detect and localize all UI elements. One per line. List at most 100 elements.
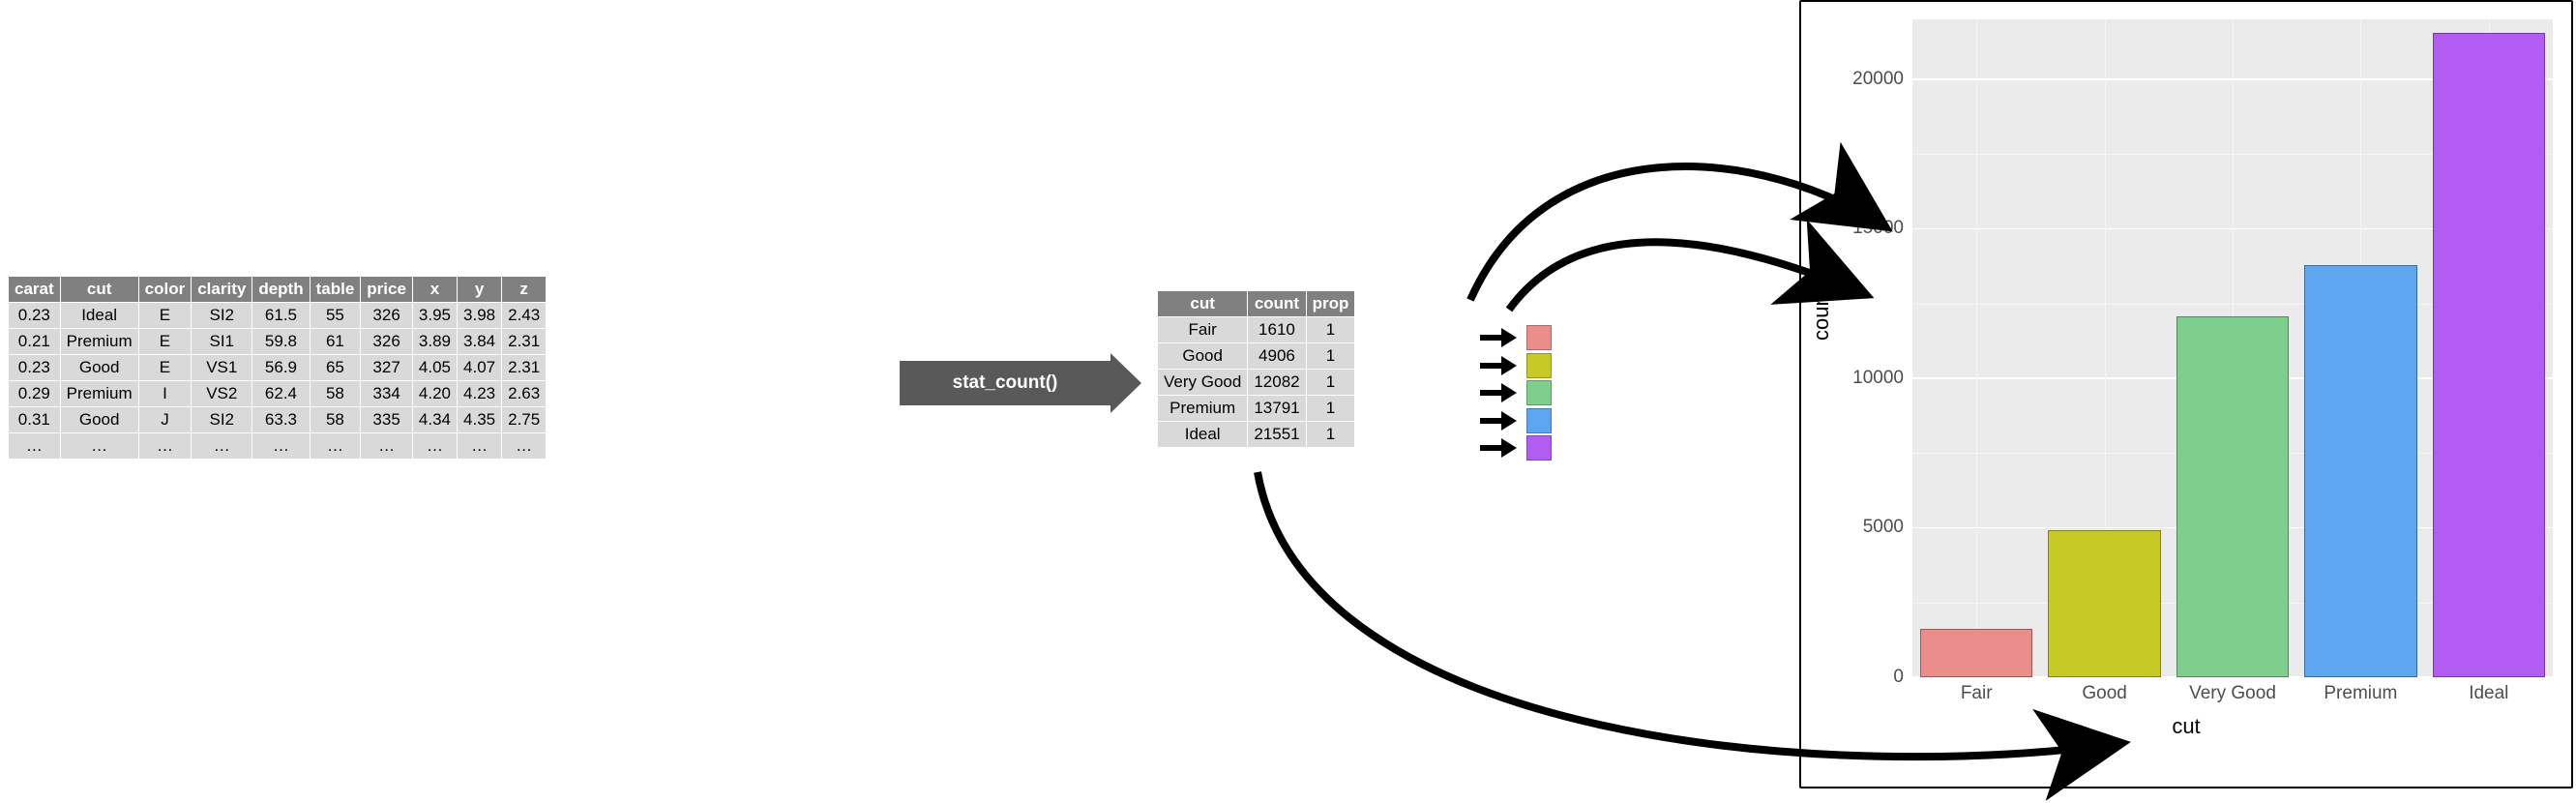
table-row: Very Good120821 <box>1158 370 1355 396</box>
table-cell: … <box>60 433 138 460</box>
x-tick-label: Good <box>2047 683 2163 704</box>
table-cell: 62.4 <box>252 381 310 407</box>
table-cell: … <box>361 433 413 460</box>
column-header: y <box>458 277 502 303</box>
table-cell: 0.23 <box>9 355 61 381</box>
table-cell: SI2 <box>192 303 252 329</box>
table-cell: … <box>412 433 457 460</box>
x-tick-label: Ideal <box>2431 683 2547 704</box>
column-header: z <box>502 277 547 303</box>
table-cell: VS1 <box>192 355 252 381</box>
table-cell: 21551 <box>1248 422 1306 448</box>
color-swatch <box>1526 408 1552 433</box>
table-cell: 3.84 <box>458 329 502 355</box>
bar <box>2433 33 2546 677</box>
table-cell: E <box>138 303 192 329</box>
table-cell: 2.31 <box>502 329 547 355</box>
x-tick-label: Fair <box>1918 683 2034 704</box>
x-tick-label: Premium <box>2302 683 2418 704</box>
arrow-right-icon <box>1480 386 1517 400</box>
table-row: 0.31GoodJSI263.3583354.344.352.75 <box>9 407 547 433</box>
table-cell: Good <box>60 355 138 381</box>
bar-chart: count cut 0 5000 10000 15000 20000 Fair Good V… <box>1799 0 2573 788</box>
table-cell: … <box>458 433 502 460</box>
y-tick-label: 5000 <box>1817 517 1904 538</box>
table-cell: Good <box>60 407 138 433</box>
table-cell: 59.8 <box>252 329 310 355</box>
table-cell: 65 <box>310 355 361 381</box>
table-cell: 55 <box>310 303 361 329</box>
x-axis-label: cut <box>1801 714 2571 739</box>
table-row: 0.23IdealESI261.5553263.953.982.43 <box>9 303 547 329</box>
y-tick-label: 0 <box>1817 667 1904 688</box>
table-cell: 4906 <box>1248 343 1306 370</box>
table-row: Ideal215511 <box>1158 422 1355 448</box>
table-cell: Premium <box>60 381 138 407</box>
table-cell: 61.5 <box>252 303 310 329</box>
color-swatch <box>1526 380 1552 405</box>
y-axis-label: count <box>1809 288 1834 341</box>
table-cell: 3.98 <box>458 303 502 329</box>
table-cell: 334 <box>361 381 413 407</box>
y-tick-label: 15000 <box>1817 218 1904 239</box>
column-header: prop <box>1306 291 1355 317</box>
bar <box>1920 629 2033 677</box>
table-row: Fair16101 <box>1158 317 1355 343</box>
table-cell: VS2 <box>192 381 252 407</box>
table-row: Good49061 <box>1158 343 1355 370</box>
table-cell: Fair <box>1158 317 1248 343</box>
table-cell: 326 <box>361 329 413 355</box>
table-cell: 0.31 <box>9 407 61 433</box>
table-cell: 326 <box>361 303 413 329</box>
swatch-row <box>1480 434 1552 462</box>
table-row: 0.29PremiumIVS262.4583344.204.232.63 <box>9 381 547 407</box>
arrow-right-icon <box>1480 441 1517 455</box>
table-cell: 4.23 <box>458 381 502 407</box>
table-cell: 4.34 <box>412 407 457 433</box>
table-cell: 2.31 <box>502 355 547 381</box>
table-cell: 4.07 <box>458 355 502 381</box>
table-cell: 4.20 <box>412 381 457 407</box>
table-cell: Premium <box>60 329 138 355</box>
table-row: ………………………… <box>9 433 547 460</box>
column-header: clarity <box>192 277 252 303</box>
table-cell: SI2 <box>192 407 252 433</box>
column-header: count <box>1248 291 1306 317</box>
table-cell: Ideal <box>60 303 138 329</box>
column-header: table <box>310 277 361 303</box>
table-cell: Ideal <box>1158 422 1248 448</box>
table-cell: 4.05 <box>412 355 457 381</box>
table-cell: 335 <box>361 407 413 433</box>
table-cell: 4.35 <box>458 407 502 433</box>
table-cell: 1610 <box>1248 317 1306 343</box>
table-cell: 58 <box>310 381 361 407</box>
table-cell: 61 <box>310 329 361 355</box>
diagram-canvas: caratcutcolorclaritydepthtablepricexyz 0… <box>0 0 2576 803</box>
table-cell: … <box>252 433 310 460</box>
swatch-row <box>1480 407 1552 435</box>
table-cell: J <box>138 407 192 433</box>
plot-area <box>1912 19 2553 677</box>
table-cell: 1 <box>1306 422 1355 448</box>
table-cell: SI1 <box>192 329 252 355</box>
y-tick-label: 20000 <box>1817 69 1904 90</box>
stat-count-arrow: stat_count() <box>900 361 1141 405</box>
bar <box>2176 316 2290 677</box>
column-header: cut <box>1158 291 1248 317</box>
table-cell: … <box>310 433 361 460</box>
y-tick-label: 10000 <box>1817 368 1904 389</box>
arrow-right-icon <box>1480 414 1517 428</box>
x-tick-label: Very Good <box>2175 683 2291 704</box>
swatch-row <box>1480 379 1552 407</box>
table-cell: … <box>9 433 61 460</box>
table-row: 0.23GoodEVS156.9653274.054.072.31 <box>9 355 547 381</box>
table-cell: … <box>502 433 547 460</box>
table-cell: 2.75 <box>502 407 547 433</box>
table-cell: E <box>138 329 192 355</box>
table-row: 0.21PremiumESI159.8613263.893.842.31 <box>9 329 547 355</box>
table-cell: 1 <box>1306 396 1355 422</box>
column-header: depth <box>252 277 310 303</box>
table-cell: 12082 <box>1248 370 1306 396</box>
arrow-head-icon <box>1110 353 1141 413</box>
table-cell: 1 <box>1306 317 1355 343</box>
